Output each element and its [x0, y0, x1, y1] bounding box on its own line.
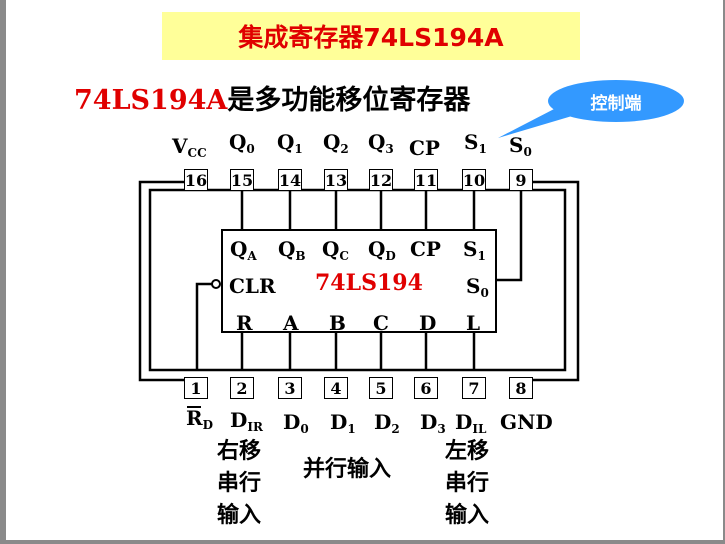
- pin-label-q2: Q2: [323, 130, 349, 156]
- vcc-wrap-wire: [138, 180, 185, 382]
- inner-label-qb: QB: [278, 237, 306, 263]
- pin-label-gnd: GND: [500, 410, 553, 434]
- gnd-wrap-wire: [531, 180, 580, 382]
- pin-8: 8: [509, 377, 533, 399]
- inner-label-s0: S0: [466, 274, 489, 300]
- inner-label-r: R: [236, 311, 253, 335]
- lead-clr: [195, 282, 212, 370]
- pin-label-d3: D3: [420, 410, 446, 436]
- inner-label-cp: CP: [410, 237, 441, 261]
- pin-12: 12: [369, 169, 393, 191]
- inner-label-d: D: [419, 311, 437, 335]
- parallel-input-note: 并行输入: [303, 457, 392, 482]
- pin-13: 13: [324, 169, 348, 191]
- pin-label-dil: DIL: [455, 410, 487, 436]
- pin-2: 2: [230, 377, 254, 399]
- inner-label-c: C: [373, 311, 389, 335]
- pin-1: 1: [184, 377, 208, 399]
- right-serial-input-note: 右移 串行 输入: [217, 439, 262, 528]
- inner-label-qc: QC: [322, 237, 349, 263]
- pin-7: 7: [462, 377, 486, 399]
- pin-11: 11: [414, 169, 438, 191]
- pin-16: 16: [184, 169, 208, 191]
- pin-label-q1: Q1: [277, 130, 303, 156]
- inner-label-qa: QA: [230, 237, 257, 263]
- pin-label-q3: Q3: [368, 130, 394, 156]
- lead-s0: [496, 190, 523, 282]
- pin-label-rd: RD: [186, 406, 214, 432]
- inner-label-clr: CLR: [229, 274, 276, 298]
- pin-3: 3: [278, 377, 302, 399]
- pin-label-dir: DIR: [230, 408, 263, 434]
- pin-label-d2: D2: [374, 410, 400, 436]
- pin-label-d1: D1: [330, 410, 356, 436]
- inner-label-l: L: [466, 311, 481, 335]
- pin-15: 15: [230, 169, 254, 191]
- chip-name: 74LS194: [315, 270, 423, 296]
- pin-label-s1: S1: [464, 130, 487, 156]
- pin-9: 9: [509, 169, 533, 191]
- inner-label-a: A: [283, 311, 299, 335]
- pin-label-d0: D0: [283, 410, 309, 436]
- pin-label-vcc: VCC: [172, 134, 207, 160]
- left-serial-input-note: 左移 串行 输入: [445, 439, 490, 528]
- pin-5: 5: [369, 377, 393, 399]
- pin-label-s0: S0: [509, 133, 532, 159]
- pin-label-q0: Q0: [229, 130, 255, 156]
- pin-14: 14: [278, 169, 302, 191]
- clr-inverter-bubble: [211, 279, 221, 289]
- inner-label-qd: QD: [368, 237, 396, 263]
- inner-label-b: B: [329, 311, 346, 335]
- inner-label-s1: S1: [463, 237, 486, 263]
- pin-6: 6: [414, 377, 438, 399]
- pin-10: 10: [462, 169, 486, 191]
- pin-label-cp: CP: [409, 136, 440, 160]
- pin-4: 4: [324, 377, 348, 399]
